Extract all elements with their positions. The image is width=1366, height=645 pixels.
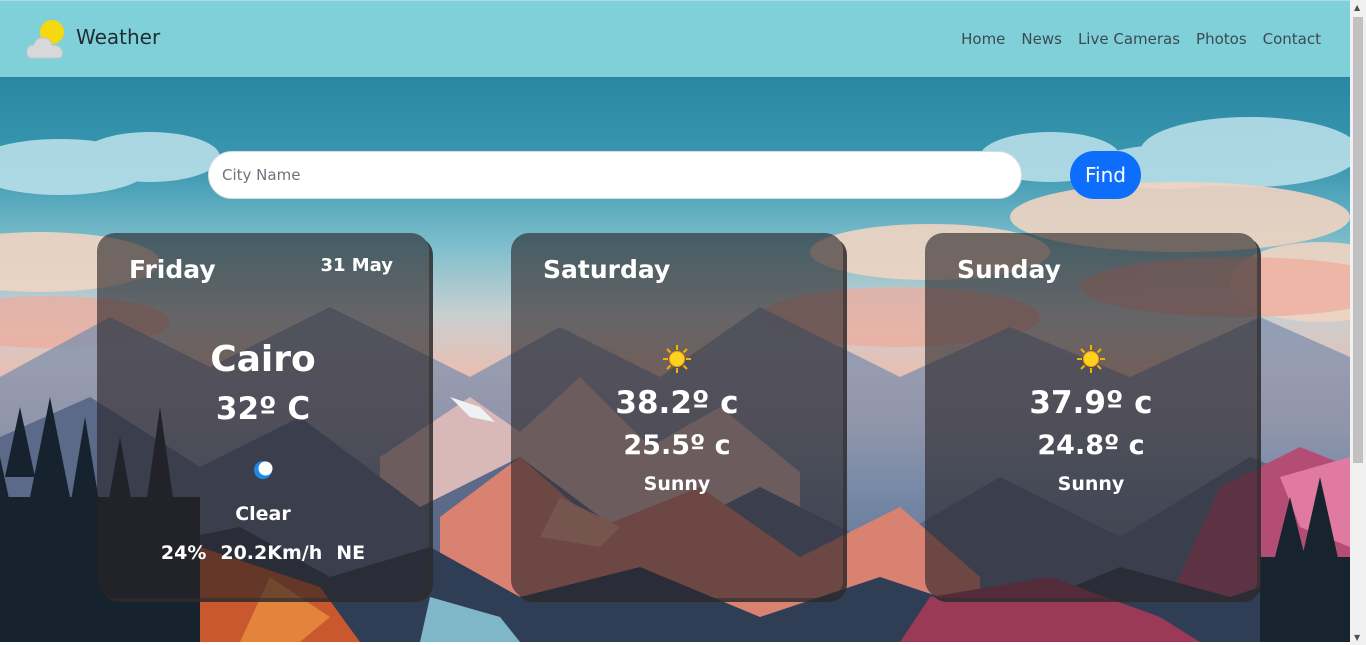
scroll-up-arrow-icon[interactable]: ▲ [1354, 3, 1360, 12]
nav-links: Home News Live Cameras Photos Contact [961, 30, 1321, 48]
nav-photos[interactable]: Photos [1196, 30, 1247, 48]
moon-icon [97, 459, 429, 481]
scrollbar-thumb[interactable] [1353, 17, 1363, 463]
city-search-input[interactable] [208, 151, 1022, 199]
navbar: Weather Home News Live Cameras Photos Co… [0, 0, 1350, 77]
today-condition: Clear [235, 503, 291, 525]
current-temperature: 32º C [215, 391, 311, 427]
forecast-min-temp: 25.5º c [623, 430, 731, 461]
nav-news[interactable]: News [1021, 30, 1062, 48]
nav-home[interactable]: Home [961, 30, 1005, 48]
nav-contact[interactable]: Contact [1263, 30, 1321, 48]
today-stats: 24% 20.2Km/h NE [97, 542, 429, 564]
forecast-min-temp: 24.8º c [1037, 430, 1145, 461]
today-date: 31 May [320, 255, 393, 276]
humidity-value: 24% [160, 542, 207, 564]
find-button[interactable]: Find [1070, 151, 1141, 199]
today-card: Friday 31 May Cairo 32º C Clear 24% 20.2… [97, 233, 429, 598]
sun-icon [511, 344, 843, 374]
brand-title: Weather [76, 25, 161, 49]
forecast-max-temp: 37.9º c [1029, 385, 1153, 421]
forecast-condition: Sunny [643, 473, 711, 495]
forecast-max-temp: 38.2º c [615, 385, 739, 421]
sun-icon [925, 344, 1257, 374]
forecast-card-2: Sunday 37.9º c 24.8º c Sunny [925, 233, 1257, 598]
today-day: Friday [129, 255, 216, 284]
forecast-day: Saturday [543, 255, 671, 284]
cloud-sun-icon [26, 18, 66, 60]
city-name: Cairo [210, 339, 316, 380]
nav-live-cameras[interactable]: Live Cameras [1078, 30, 1180, 48]
forecast-condition: Sunny [1057, 473, 1125, 495]
page-scrollbar[interactable]: ▲ ▼ [1350, 0, 1366, 645]
forecast-card-1: Saturday 38.2º c 25.5º c Sunny [511, 233, 843, 598]
wind-speed-value: 20.2Km/h [220, 542, 323, 564]
scroll-down-arrow-icon[interactable]: ▼ [1354, 633, 1360, 642]
brand[interactable]: Weather [26, 18, 160, 60]
wind-direction-value: NE [336, 542, 366, 564]
forecast-day: Sunday [957, 255, 1061, 284]
